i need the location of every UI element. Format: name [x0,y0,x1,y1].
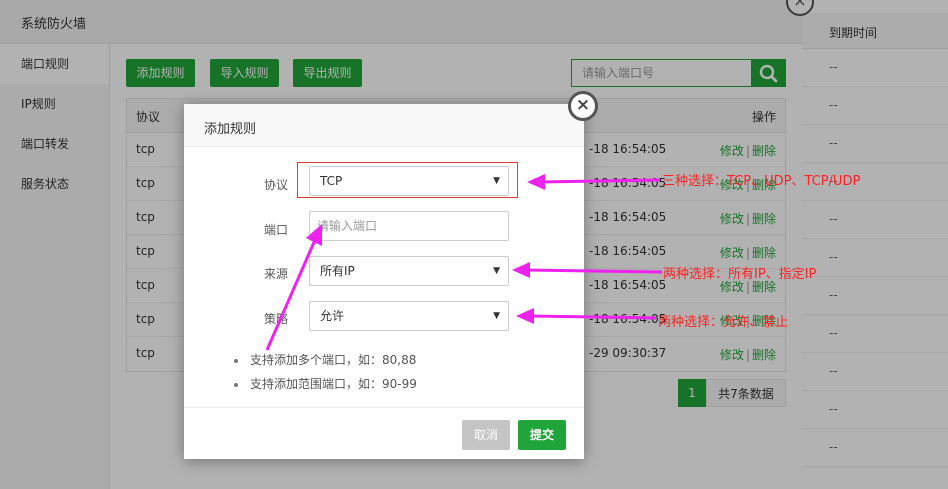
port-input[interactable]: 请输入端口 [309,211,509,241]
protocol-select[interactable]: TCP ▼ [309,166,509,196]
add-rule-dialog: 添加规则 协议 TCP ▼ 端口 请输入端口 来源 所有IP ▼ 策略 允许 ▼… [184,104,584,459]
chevron-down-icon: ▼ [493,311,500,321]
dialog-title: 添加规则 [184,104,584,147]
protocol-select-value: TCP [320,174,343,188]
dialog-footer: 取消 提交 [184,407,584,459]
policy-select[interactable]: 允许 ▼ [309,301,509,331]
source-label: 来源 [263,267,288,281]
policy-select-value: 允许 [320,309,345,323]
policy-annotation: 两种选择：允许、禁止 [658,315,789,330]
policy-label: 策略 [263,312,288,326]
submit-button[interactable]: 提交 [518,420,566,450]
tip-text: 支持添加多个端口，如：80,88 [250,353,417,367]
protocol-annotation: 三种选择：TCP、UDP、TCP/UDP [662,174,861,189]
chevron-down-icon: ▼ [493,176,500,186]
source-select[interactable]: 所有IP ▼ [309,256,509,286]
bullet-icon [234,382,238,387]
protocol-label: 协议 [263,178,288,192]
cancel-button[interactable]: 取消 [462,420,510,450]
port-label: 端口 [263,223,288,237]
bullet-icon [234,358,238,363]
dialog-close-icon[interactable]: × [568,91,598,121]
source-annotation: 两种选择：所有IP、指定IP [663,267,817,282]
chevron-down-icon: ▼ [493,266,500,276]
source-select-value: 所有IP [320,264,355,278]
tip-item: 支持添加多个端口，如：80,88 [234,351,416,368]
tip-text: 支持添加范围端口，如：90-99 [250,377,417,391]
tip-item: 支持添加范围端口，如：90-99 [234,375,417,392]
